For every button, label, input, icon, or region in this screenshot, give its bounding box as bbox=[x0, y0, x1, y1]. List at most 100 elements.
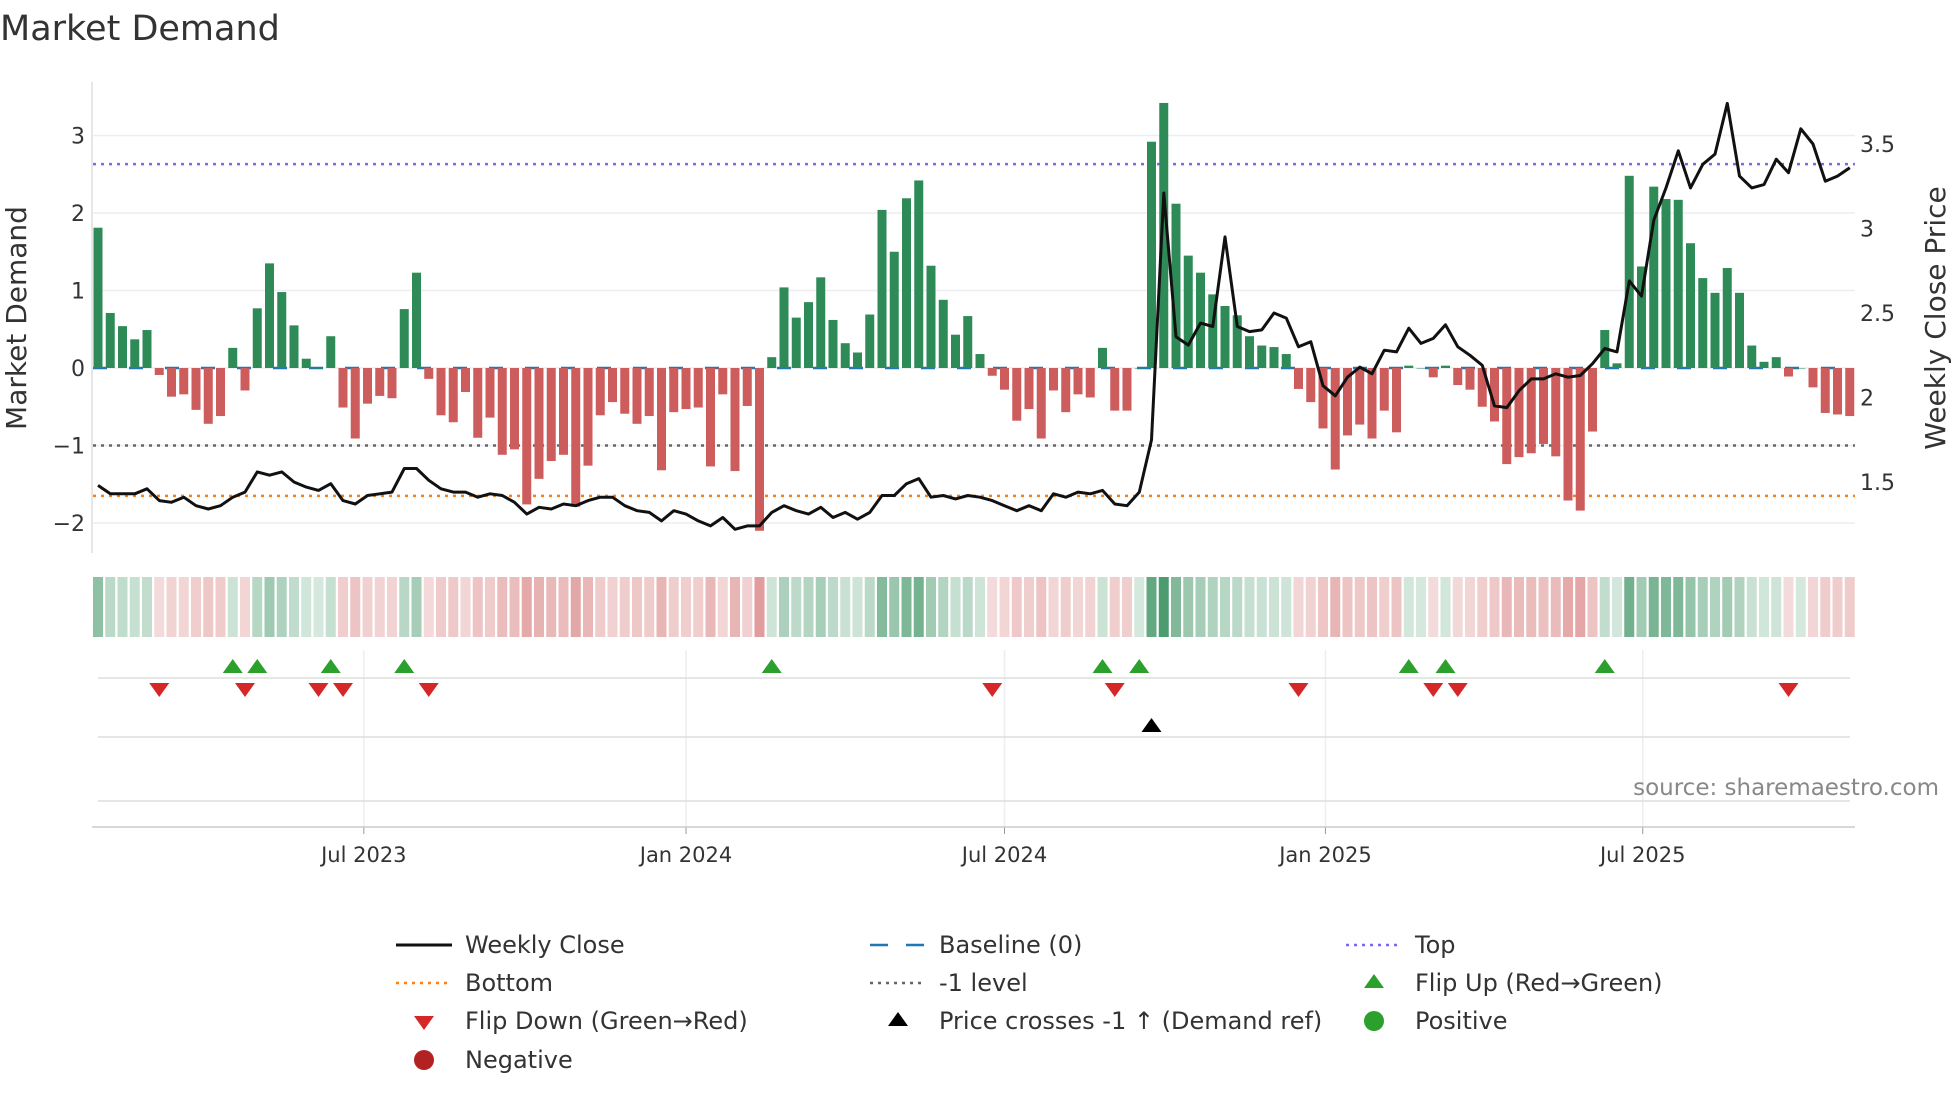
heat-cell bbox=[1183, 577, 1194, 637]
legend-label: Bottom bbox=[465, 969, 553, 997]
heat-cell bbox=[534, 577, 544, 637]
demand-bar bbox=[644, 368, 654, 417]
heat-cell bbox=[705, 577, 716, 637]
heat-cell bbox=[154, 577, 165, 637]
demand-bar bbox=[1000, 368, 1009, 390]
heat-cell bbox=[730, 577, 740, 637]
demand-bar bbox=[301, 358, 311, 368]
legend-item-flipdown: Flip Down (Green→Red) bbox=[414, 1007, 748, 1035]
heat-cell bbox=[240, 577, 250, 637]
demand-bar bbox=[706, 368, 715, 467]
demand-bar bbox=[657, 368, 666, 471]
legend-label: Top bbox=[1414, 931, 1456, 959]
heat-cell bbox=[1440, 577, 1451, 637]
heat-cell bbox=[105, 577, 116, 637]
heat-cell bbox=[1109, 577, 1120, 637]
demand-bar bbox=[1392, 368, 1401, 433]
heat-cell bbox=[1146, 577, 1157, 637]
heat-cell bbox=[350, 577, 361, 637]
demand-bars bbox=[93, 102, 1855, 531]
demand-bar bbox=[436, 368, 446, 416]
heat-cell bbox=[644, 577, 655, 637]
demand-bar bbox=[1269, 347, 1279, 368]
y-tick-label: 1 bbox=[71, 280, 85, 305]
demand-bar bbox=[669, 368, 679, 413]
heat-cell bbox=[374, 577, 385, 637]
demand-bar bbox=[1367, 368, 1377, 439]
demand-bar bbox=[608, 368, 617, 403]
y2-tick-label: 2.5 bbox=[1860, 302, 1895, 327]
demand-bar bbox=[889, 251, 899, 368]
heat-cell bbox=[1722, 577, 1733, 637]
demand-bar bbox=[1698, 278, 1708, 368]
flip-up-marker bbox=[1435, 659, 1456, 673]
heat-cell bbox=[1514, 577, 1524, 637]
heat-cell bbox=[693, 577, 704, 637]
heat-cell bbox=[509, 577, 520, 637]
heat-cell bbox=[1330, 577, 1341, 637]
heat-cell bbox=[1367, 577, 1377, 637]
heat-cell bbox=[1416, 577, 1426, 637]
heat-cell bbox=[325, 577, 336, 637]
heat-cell bbox=[436, 577, 446, 637]
demand-bar bbox=[1612, 363, 1622, 368]
heat-cell bbox=[901, 577, 912, 637]
demand-bar bbox=[1441, 365, 1450, 368]
heat-cell bbox=[1134, 577, 1145, 637]
heat-cell bbox=[779, 577, 789, 637]
source-note: source: sharemaestro.com bbox=[1633, 775, 1939, 801]
y2-axis-label: Weekly Close Price bbox=[1919, 186, 1952, 449]
heat-cell bbox=[252, 577, 263, 637]
demand-bar bbox=[1196, 272, 1205, 368]
demand-heat-strip bbox=[93, 577, 1855, 637]
heat-cell bbox=[387, 577, 397, 637]
heat-cell bbox=[1563, 577, 1573, 637]
heat-cell bbox=[1526, 577, 1537, 637]
heat-cell bbox=[1403, 577, 1414, 637]
heat-cell bbox=[215, 577, 226, 637]
flip-up-marker bbox=[1398, 659, 1419, 673]
heat-cell bbox=[1232, 577, 1243, 637]
demand-bar bbox=[1833, 368, 1842, 415]
demand-bar bbox=[265, 263, 274, 368]
flip-up-marker bbox=[761, 659, 782, 673]
demand-bar bbox=[1453, 368, 1463, 386]
demand-bar bbox=[375, 368, 385, 396]
demand-bar bbox=[350, 368, 360, 439]
demand-bar bbox=[902, 198, 911, 368]
demand-bar bbox=[448, 368, 458, 423]
demand-bar bbox=[399, 309, 409, 368]
heat-cell bbox=[117, 577, 128, 637]
heat-cell bbox=[1587, 577, 1598, 637]
heat-cell bbox=[485, 577, 495, 637]
circle-icon bbox=[1364, 1011, 1384, 1031]
heat-cell bbox=[1342, 577, 1353, 637]
heat-cell bbox=[1085, 577, 1096, 637]
heat-cell bbox=[619, 577, 630, 637]
circle-icon bbox=[414, 1050, 434, 1070]
flip-down-marker bbox=[1447, 683, 1468, 697]
flip-up-marker bbox=[1129, 659, 1150, 673]
heat-cell bbox=[1379, 577, 1390, 637]
heat-cell bbox=[754, 577, 765, 637]
demand-bar bbox=[1820, 368, 1830, 413]
demand-bar bbox=[963, 316, 973, 368]
demand-bar bbox=[424, 368, 434, 379]
legend-label: Flip Up (Red→Green) bbox=[1415, 969, 1663, 997]
demand-bar bbox=[1771, 357, 1781, 368]
demand-bar bbox=[203, 368, 213, 424]
heat-cell bbox=[852, 577, 863, 637]
heat-cell bbox=[1550, 577, 1561, 637]
heat-cell bbox=[142, 577, 152, 637]
heat-cell bbox=[1195, 577, 1206, 637]
price-cross-marker bbox=[1141, 718, 1162, 732]
demand-bar bbox=[1686, 243, 1695, 368]
heat-cell bbox=[1097, 577, 1108, 637]
demand-bar bbox=[1404, 365, 1414, 368]
demand-bar bbox=[1710, 292, 1720, 368]
heat-cell bbox=[301, 577, 312, 637]
heat-cell bbox=[570, 577, 581, 637]
flip-down-marker bbox=[1423, 683, 1444, 697]
demand-bar bbox=[216, 368, 225, 417]
demand-bar bbox=[840, 343, 850, 368]
